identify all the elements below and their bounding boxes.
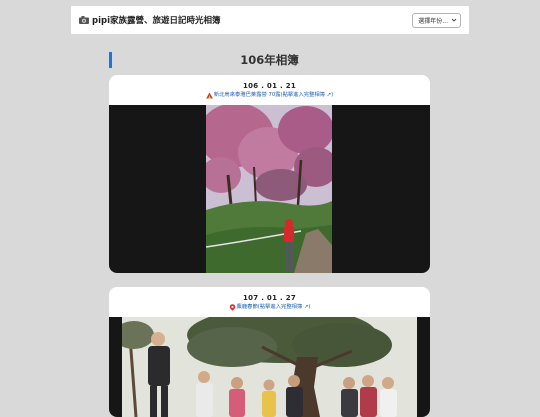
site-brand[interactable]: pipi家族露營、旅遊日記時光相簿 [79,14,221,26]
album-photo-frame[interactable] [109,317,430,417]
album-date: 107 . 01 . 27 [242,294,297,302]
top-navbar: pipi家族露營、旅遊日記時光相簿 選擇年份... [71,6,469,34]
year-select-value: 選擇年份... [418,17,448,25]
year-select-dropdown[interactable]: 選擇年份... [412,12,461,28]
section-heading: 106年相簿 [109,52,430,68]
album-photo-frame[interactable] [109,105,430,273]
camping-tent-icon [206,92,213,99]
album-card: 106 . 01 . 21 新北烏來泰雅巴萊露營 70露(點擊進入完整相簿 ↗) [109,75,430,273]
album-photo[interactable] [206,105,332,273]
album-link-text: 新北烏來泰雅巴萊露營 70露(點擊進入完整相簿 ↗) [213,92,334,98]
album-link[interactable]: 麋鹿春節(點擊進入完整相簿 ↗) [109,303,430,312]
site-title: pipi家族露營、旅遊日記時光相簿 [92,16,221,26]
album-card: 107 . 01 . 27 麋鹿春節(點擊進入完整相簿 ↗) [109,287,430,417]
album-photo[interactable] [122,317,417,417]
map-pin-icon [229,304,235,311]
chevron-down-icon [451,18,457,22]
album-link-text: 麋鹿春節(點擊進入完整相簿 ↗) [236,304,311,310]
section-title: 106年相簿 [240,53,299,67]
camera-icon [79,16,89,24]
album-date: 106 . 01 . 21 [242,82,297,90]
album-link[interactable]: 新北烏來泰雅巴萊露營 70露(點擊進入完整相簿 ↗) [109,91,430,100]
